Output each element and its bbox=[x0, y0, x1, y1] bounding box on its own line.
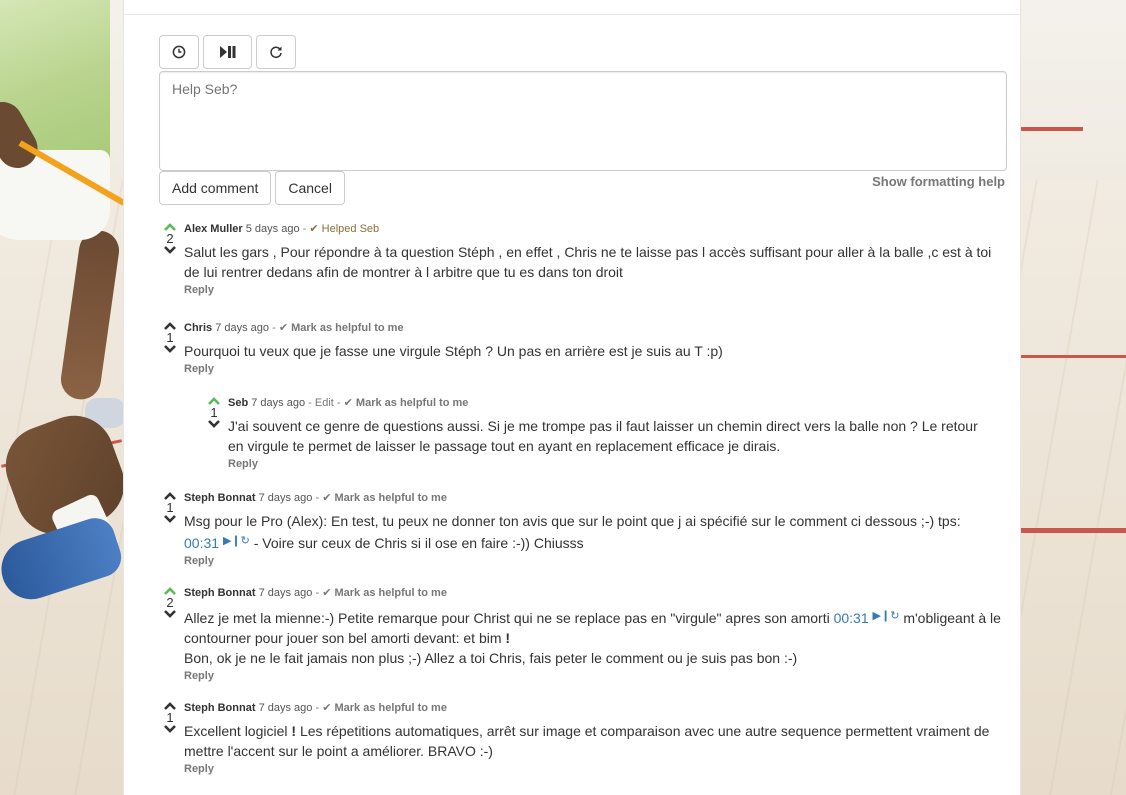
vote-count: 2 bbox=[166, 231, 174, 246]
reply-link[interactable]: Reply bbox=[184, 761, 1009, 777]
compose-actions: Add comment Cancel bbox=[159, 171, 345, 205]
comment-meta: Alex Muller 5 days ago - ✔ Helped Seb bbox=[184, 223, 380, 235]
play-pause-icon[interactable]: ▶❙ bbox=[873, 610, 891, 622]
check-icon: ✔ bbox=[322, 702, 332, 714]
comment-author[interactable]: Steph Bonnat bbox=[184, 492, 256, 504]
court-line bbox=[1021, 528, 1126, 533]
clock-icon bbox=[172, 45, 186, 59]
comment-author[interactable]: Seb bbox=[228, 397, 248, 409]
refresh-icon bbox=[270, 46, 282, 59]
check-icon: ✔ bbox=[322, 587, 332, 599]
mark-helpful-link[interactable]: ✔ Mark as helpful to me bbox=[322, 702, 447, 714]
vote-control: 1 bbox=[203, 396, 225, 429]
vote-count: 1 bbox=[210, 405, 218, 420]
court-line bbox=[1021, 127, 1083, 131]
comment-meta: Steph Bonnat 7 days ago - ✔ Mark as help… bbox=[184, 702, 447, 714]
check-icon: ✔ bbox=[309, 223, 319, 235]
comment-time: 7 days ago bbox=[258, 492, 313, 504]
vote-count: 1 bbox=[166, 710, 174, 725]
reply-link[interactable]: Reply bbox=[184, 668, 1009, 684]
vote-control: 1 bbox=[159, 701, 181, 734]
vote-control: 1 bbox=[159, 491, 181, 524]
comment-panel: Add comment Cancel Show formatting help … bbox=[123, 0, 1021, 795]
reply-link[interactable]: Reply bbox=[184, 553, 1009, 569]
comment-text: Excellent logiciel ! Les répetitions aut… bbox=[184, 723, 990, 759]
downvote-icon[interactable] bbox=[207, 419, 221, 429]
mark-helpful-link[interactable]: ✔ Mark as helpful to me bbox=[279, 322, 404, 334]
check-icon: ✔ bbox=[322, 492, 332, 504]
downvote-icon[interactable] bbox=[163, 245, 177, 255]
play-pause-icon bbox=[219, 46, 235, 58]
comment-meta: Steph Bonnat 7 days ago - ✔ Mark as help… bbox=[184, 492, 447, 504]
comment-input[interactable] bbox=[159, 71, 1007, 171]
vote-count: 2 bbox=[166, 595, 174, 610]
play-pause-icon[interactable]: ▶❙ bbox=[223, 535, 241, 547]
formatting-help-link[interactable]: Show formatting help bbox=[872, 174, 1005, 189]
vote-control: 2 bbox=[159, 586, 181, 619]
check-icon: ✔ bbox=[278, 322, 289, 334]
divider bbox=[124, 14, 1020, 15]
comment-text: Salut les gars , Pour répondre à ta ques… bbox=[184, 244, 992, 280]
insert-toolbar bbox=[159, 35, 296, 69]
edit-link[interactable]: Edit bbox=[315, 397, 334, 409]
comment-author[interactable]: Chris bbox=[184, 322, 212, 334]
vote-control: 2 bbox=[159, 222, 181, 255]
comment-time: 5 days ago bbox=[245, 223, 300, 235]
comment-author[interactable]: Steph Bonnat bbox=[184, 702, 256, 714]
downvote-icon[interactable] bbox=[163, 344, 177, 354]
add-comment-button[interactable]: Add comment bbox=[159, 171, 272, 205]
comment-meta: Chris 7 days ago - ✔ Mark as helpful to … bbox=[184, 322, 404, 334]
downvote-icon[interactable] bbox=[163, 609, 177, 619]
mark-helpful-link[interactable]: ✔ Mark as helpful to me bbox=[344, 397, 469, 409]
timestamp-link[interactable]: 00:31 bbox=[184, 535, 219, 551]
mark-helpful-link[interactable]: ✔ Mark as helpful to me bbox=[322, 587, 447, 599]
mark-helpful-link[interactable]: ✔ Mark as helpful to me bbox=[322, 492, 447, 504]
player-image bbox=[0, 0, 123, 795]
comment-text: Allez je met la mienne:-) Petite remarqu… bbox=[184, 610, 1001, 666]
comment-time: 7 days ago bbox=[215, 322, 270, 334]
comment-text: Msg pour le Pro (Alex): En test, tu peux… bbox=[184, 513, 961, 551]
vote-count: 1 bbox=[166, 500, 174, 515]
downvote-icon[interactable] bbox=[163, 514, 177, 524]
reply-link[interactable]: Reply bbox=[184, 282, 1009, 298]
timestamp-link[interactable]: 00:31 bbox=[834, 610, 869, 626]
comment-meta: Steph Bonnat 7 days ago - ✔ Mark as help… bbox=[184, 587, 447, 599]
court-line bbox=[1021, 355, 1126, 358]
cancel-button[interactable]: Cancel bbox=[275, 171, 345, 205]
vote-count: 1 bbox=[166, 330, 174, 345]
repeat-button[interactable] bbox=[256, 35, 296, 69]
comment-time: 7 days ago bbox=[251, 397, 306, 409]
comment-time: 7 days ago bbox=[258, 587, 313, 599]
play-pause-button[interactable] bbox=[203, 35, 252, 69]
insert-time-button[interactable] bbox=[159, 35, 199, 69]
comment-text: Pourquoi tu veux que je fasse une virgul… bbox=[184, 343, 723, 359]
comment-time: 7 days ago bbox=[258, 702, 313, 714]
helped-badge: ✔ Helped Seb bbox=[309, 223, 380, 235]
comment-author[interactable]: Steph Bonnat bbox=[184, 587, 256, 599]
check-icon: ✔ bbox=[343, 397, 353, 409]
comment-text: J'ai souvent ce genre de questions aussi… bbox=[228, 418, 978, 454]
comment-author[interactable]: Alex Muller bbox=[184, 223, 243, 235]
reply-link[interactable]: Reply bbox=[228, 456, 978, 472]
comment-meta: Seb 7 days ago - Edit - ✔ Mark as helpfu… bbox=[228, 397, 469, 409]
downvote-icon[interactable] bbox=[163, 724, 177, 734]
reply-link[interactable]: Reply bbox=[184, 361, 1009, 377]
vote-control: 1 bbox=[159, 321, 181, 354]
refresh-icon[interactable]: ↻ bbox=[241, 535, 250, 547]
